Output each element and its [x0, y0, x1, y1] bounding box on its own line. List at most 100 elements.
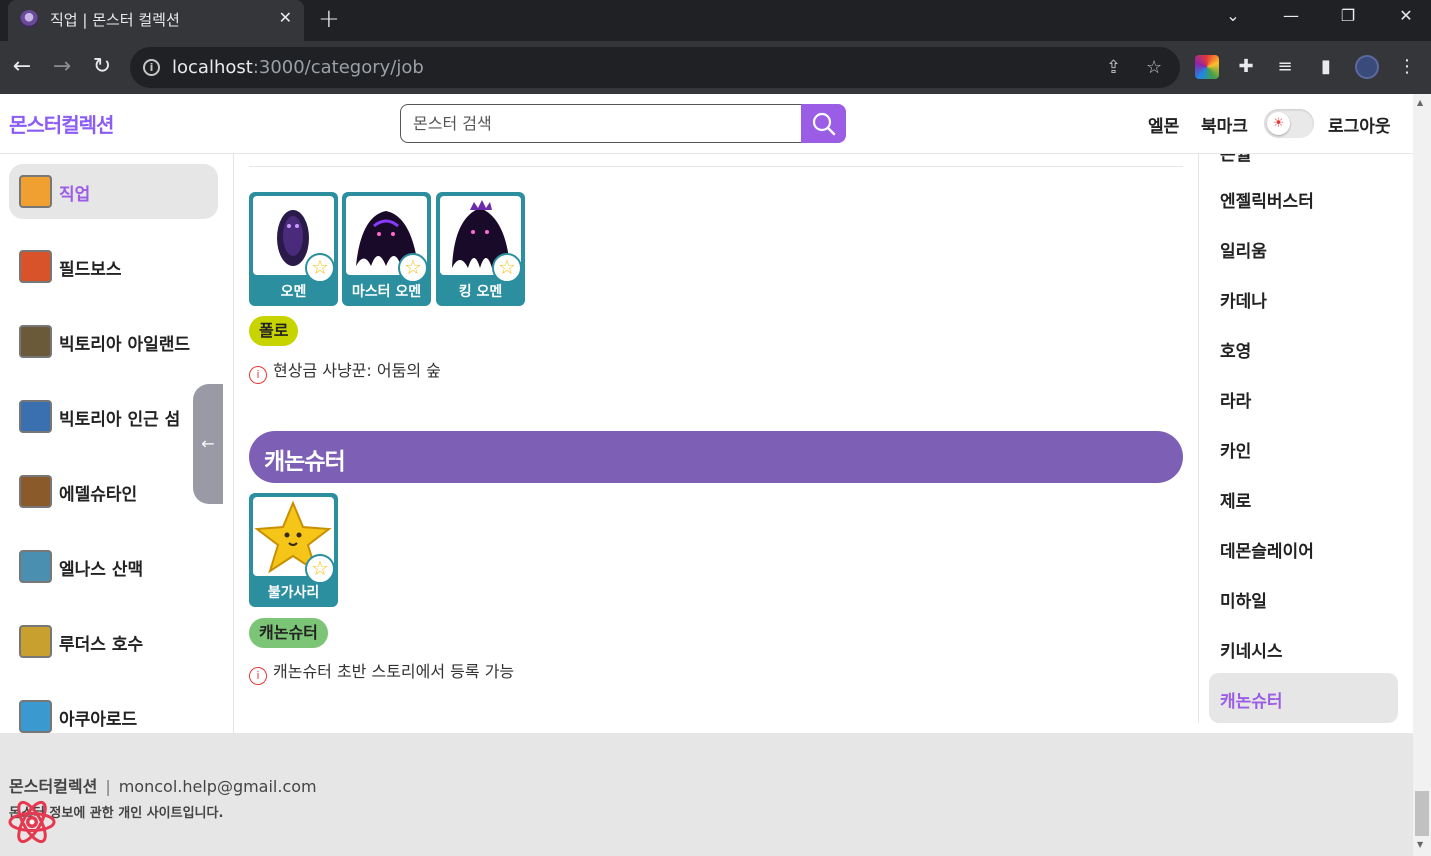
profile-avatar[interactable]	[1355, 55, 1379, 79]
job-label: 캐논슈터	[1220, 692, 1283, 712]
mob-name: 마스터 오멘	[351, 284, 422, 300]
job-tag-cannon-shooter: 캐논슈터	[249, 618, 328, 648]
category-item-el-nath[interactable]: 엘나스 산맥	[9, 539, 218, 594]
elmon-link[interactable]: 엘몬	[1148, 112, 1179, 137]
ludus-lake-icon	[19, 625, 52, 658]
address-bar[interactable]: i localhost:3000/category/job ⇪ ☆	[130, 47, 1180, 88]
main-content: ☆ 오멘 ☆ 마스터 오멘 ☆ 킹 오멘 폴로 i 현상금 사냥꾼: 어둠의 숲	[234, 154, 1198, 733]
scroll-thumb[interactable]	[1415, 791, 1429, 836]
category-item-ludus-lake[interactable]: 루더스 호수	[9, 614, 218, 669]
category-item-victoria-island[interactable]: 빅토리아 아일랜드	[9, 314, 218, 369]
logout-link[interactable]: 로그아웃	[1328, 112, 1391, 137]
back-icon[interactable]: ←	[9, 54, 35, 80]
category-label: 아쿠아로드	[59, 710, 138, 730]
victoria-island-icon	[19, 325, 52, 358]
job-label: 키네시스	[1220, 642, 1283, 662]
victoria-nearby-island-icon	[19, 400, 52, 433]
section-title: 캐논슈터	[264, 449, 346, 475]
scroll-up-icon[interactable]: ▲	[1417, 98, 1423, 107]
bookmark-star-icon[interactable]: ☆	[492, 253, 522, 283]
more-menu-icon[interactable]: ⋮	[1395, 55, 1419, 79]
section-header-cannon-shooter: 캐논슈터	[249, 431, 1183, 483]
color-extension-icon[interactable]	[1195, 55, 1219, 79]
job-item-illium[interactable]: 일리움	[1209, 223, 1398, 273]
media-control-icon[interactable]: ≡	[1273, 55, 1297, 79]
job-label: 카인	[1220, 442, 1252, 462]
category-item-aqua-road[interactable]: 아쿠아로드	[9, 689, 218, 733]
category-label: 엘나스 산맥	[59, 560, 144, 580]
side-panel-icon[interactable]: ▮	[1314, 55, 1338, 79]
minimize-icon[interactable]: —	[1276, 6, 1306, 25]
category-label: 루더스 호수	[59, 635, 144, 655]
tab-close-icon[interactable]: ✕	[279, 8, 292, 27]
reload-icon[interactable]: ↻	[89, 54, 115, 80]
category-item-edelstein[interactable]: 에델슈타인	[9, 464, 218, 519]
job-sidebar: 은월 엔젤릭버스터 일리움 카데나 호영 라라 카인 제로 데몬슬레이어 미하일…	[1198, 154, 1413, 723]
footer-site-name: 몬스터컬렉션	[9, 777, 98, 796]
job-item-zero[interactable]: 제로	[1209, 473, 1398, 523]
scroll-down-icon[interactable]: ▼	[1417, 840, 1423, 849]
site-footer: 몬스터컬렉션 | moncol.help@gmail.com 몬스터 정보에 관한 …	[0, 733, 1413, 856]
search-bar	[400, 104, 846, 143]
acquire-info: i 현상금 사냥꾼: 어둠의 숲	[249, 357, 441, 384]
new-tab-icon[interactable]: +	[318, 4, 340, 34]
job-item-cannon-shooter[interactable]: 캐논슈터	[1209, 673, 1398, 723]
job-item-mihile[interactable]: 미하일	[1209, 573, 1398, 623]
url-text[interactable]: localhost:3000/category/job	[172, 57, 424, 78]
search-button[interactable]	[801, 104, 846, 143]
job-item-partial[interactable]: 은월	[1220, 154, 1251, 165]
info-text: 현상금 사냥꾼: 어둠의 숲	[273, 361, 441, 380]
job-label: 제로	[1220, 492, 1252, 512]
job-item-cadena[interactable]: 카데나	[1209, 273, 1398, 323]
sidebar-collapse-button[interactable]: ←	[193, 384, 223, 504]
search-input[interactable]	[400, 104, 804, 143]
category-sidebar: 직업 필드보스 빅토리아 아일랜드 빅토리아 인근 섬 에델슈타인 엘나스 산맥…	[0, 154, 234, 733]
site-logo[interactable]: 몬스터컬렉션	[9, 109, 114, 138]
mob-card-omen[interactable]: ☆ 오멘	[249, 192, 338, 306]
job-item-demon-slayer[interactable]: 데몬슬레이어	[1209, 523, 1398, 573]
tab-search-icon[interactable]: ⌄	[1218, 6, 1248, 25]
job-item-kain[interactable]: 카인	[1209, 423, 1398, 473]
forward-icon[interactable]: →	[49, 54, 75, 80]
job-item-kinesis[interactable]: 키네시스	[1209, 623, 1398, 673]
browser-tabstrip: 직업 | 몬스터 컬렉션 ✕ + ⌄ — ❐ ✕	[0, 0, 1431, 41]
restore-icon[interactable]: ❐	[1333, 6, 1363, 25]
el-nath-icon	[19, 550, 52, 583]
site-info-icon[interactable]: i	[143, 59, 160, 76]
job-item-angelic-buster[interactable]: 엔젤릭버스터	[1209, 173, 1398, 223]
page-scrollbar[interactable]: ▲ ▼	[1413, 94, 1431, 856]
job-category-icon	[19, 175, 52, 208]
category-label: 빅토리아 아일랜드	[59, 335, 191, 355]
divider	[249, 166, 1183, 167]
category-item-victoria-nearby-island[interactable]: 빅토리아 인근 섬	[9, 389, 218, 444]
category-item-job[interactable]: 직업	[9, 164, 218, 219]
job-item-hoyoung[interactable]: 호영	[1209, 323, 1398, 373]
bookmark-link[interactable]: 북마크	[1201, 112, 1248, 137]
job-label: 라라	[1220, 392, 1252, 412]
bookmark-star-icon[interactable]: ☆	[305, 253, 335, 283]
aqua-road-icon	[19, 700, 52, 733]
mob-card-king-omen[interactable]: ☆ 킹 오멘	[436, 192, 525, 306]
app-header: 몬스터컬렉션 엘몬 북마크 ☀ 로그아웃	[0, 94, 1413, 154]
job-label: 엔젤릭버스터	[1220, 192, 1314, 212]
job-tag-polo: 폴로	[249, 316, 299, 346]
category-label: 직업	[59, 185, 91, 205]
browser-tab[interactable]: 직업 | 몬스터 컬렉션 ✕	[8, 0, 304, 41]
job-label: 호영	[1220, 342, 1252, 362]
bookmark-star-icon[interactable]: ☆	[398, 253, 428, 283]
category-label: 에델슈타인	[59, 485, 138, 505]
close-window-icon[interactable]: ✕	[1391, 6, 1421, 25]
mob-card-master-omen[interactable]: ☆ 마스터 오멘	[342, 192, 431, 306]
field-boss-icon	[19, 250, 52, 283]
job-item-lara[interactable]: 라라	[1209, 373, 1398, 423]
extensions-puzzle-icon[interactable]: ✚	[1234, 55, 1258, 79]
footer-email[interactable]: moncol.help@gmail.com	[119, 777, 317, 796]
bookmark-star-icon[interactable]: ☆	[1146, 57, 1162, 78]
mob-card-starfish[interactable]: ☆ 불가사리	[249, 493, 338, 607]
theme-toggle[interactable]: ☀	[1264, 109, 1314, 138]
category-item-field-boss[interactable]: 필드보스	[9, 239, 218, 294]
react-devtools-icon[interactable]	[6, 796, 58, 848]
job-label: 일리움	[1220, 242, 1267, 262]
bookmark-star-icon[interactable]: ☆	[305, 554, 335, 584]
share-icon[interactable]: ⇪	[1106, 57, 1121, 78]
